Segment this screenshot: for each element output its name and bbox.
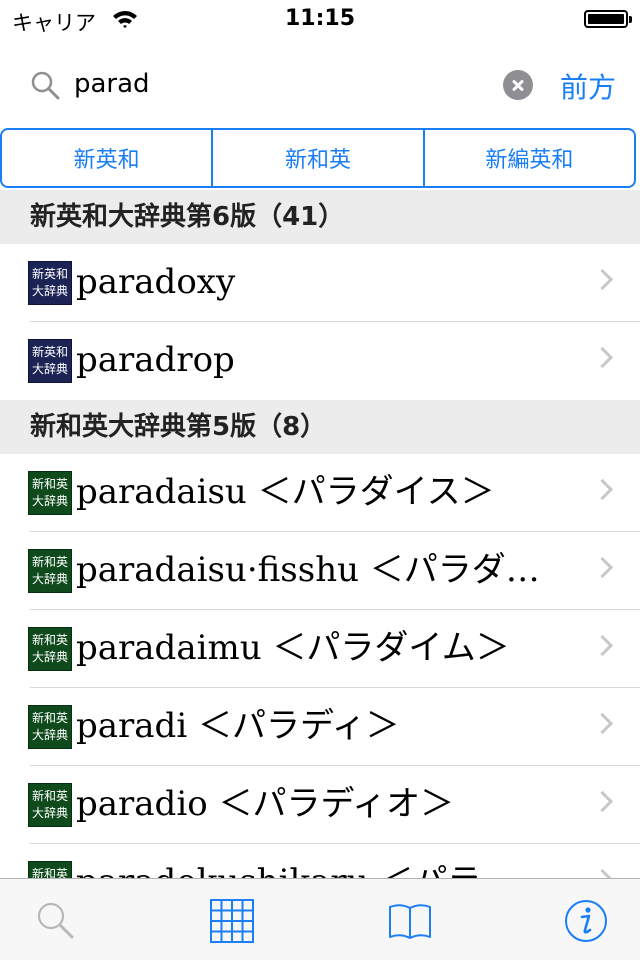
results-list[interactable]: 新英和大辞典第6版（41） 新英和 大辞典 paradoxy 新英和 大辞典 p… bbox=[0, 190, 640, 880]
dictionary-thumbnail: 新和英 大辞典 bbox=[28, 549, 72, 593]
entry-word: paradrop bbox=[76, 340, 235, 380]
clock: 11:15 bbox=[284, 6, 356, 31]
thumbnail-line: 大辞典 bbox=[31, 284, 68, 298]
chevron-right-icon bbox=[591, 712, 614, 735]
section-header: 新和英大辞典第5版（8） bbox=[0, 400, 640, 454]
entry-word: paradi ＜パラディ＞ bbox=[76, 706, 400, 746]
list-item[interactable]: 新和英 大辞典 paradaisu ＜パラダイス＞ bbox=[0, 454, 640, 532]
search-bar: 前方 bbox=[0, 40, 640, 128]
entry-word: paradaisu ＜パラダイス＞ bbox=[76, 472, 495, 512]
thumbnail-line: 大辞典 bbox=[31, 362, 68, 376]
thumbnail-line: 大辞典 bbox=[31, 494, 68, 508]
list-item[interactable]: 新和英 大辞典 paradi ＜パラディ＞ bbox=[0, 688, 640, 766]
entry-word: paradaimu ＜パラダイム＞ bbox=[76, 628, 510, 668]
thumbnail-line: 新和英 bbox=[31, 477, 68, 491]
entry-word: paradio ＜パラディオ＞ bbox=[76, 784, 455, 824]
thumbnail-line: 新英和 bbox=[31, 267, 68, 281]
prefix-search-button[interactable]: 前方 bbox=[560, 66, 616, 106]
search-input[interactable] bbox=[74, 62, 484, 106]
battery-icon bbox=[584, 10, 632, 28]
dictionary-thumbnail: 新和英 大辞典 bbox=[28, 627, 72, 671]
dictionary-segmented-control: 新英和 新和英 新編英和 bbox=[0, 128, 636, 188]
status-bar: キャリア 11:15 bbox=[0, 0, 640, 40]
section-header: 新英和大辞典第6版（41） bbox=[0, 190, 640, 244]
segment-shinpen-eiwa[interactable]: 新編英和 bbox=[422, 130, 634, 186]
list-item[interactable]: 新和英 大辞典 paradaisu·fisshu ＜パラダ… bbox=[0, 532, 640, 610]
search-icon bbox=[31, 71, 60, 100]
entry-word: paradoxy bbox=[76, 262, 236, 302]
thumbnail-line: 大辞典 bbox=[31, 650, 68, 664]
thumbnail-line: 新和英 bbox=[31, 633, 68, 647]
thumbnail-line: 新英和 bbox=[31, 345, 68, 359]
chevron-right-icon bbox=[591, 790, 614, 813]
chevron-right-icon bbox=[591, 346, 614, 369]
thumbnail-line: 大辞典 bbox=[31, 572, 68, 586]
info-icon[interactable] bbox=[562, 897, 610, 945]
thumbnail-line: 大辞典 bbox=[31, 806, 68, 820]
chevron-right-icon bbox=[591, 478, 614, 501]
segment-shin-waei[interactable]: 新和英 bbox=[211, 130, 422, 186]
thumbnail-line: 新和英 bbox=[31, 789, 68, 803]
entry-word: paradokushikaru ＜パラド… bbox=[76, 860, 546, 880]
thumbnail-line: 大辞典 bbox=[31, 728, 68, 742]
chevron-right-icon bbox=[591, 556, 614, 579]
segment-shin-eiwa[interactable]: 新英和 bbox=[2, 130, 211, 186]
list-item[interactable]: 新和英 大辞典 paradokushikaru ＜パラド… bbox=[0, 844, 640, 880]
search-icon[interactable] bbox=[32, 897, 80, 945]
chevron-right-icon bbox=[591, 268, 614, 291]
list-item[interactable]: 新和英 大辞典 paradaimu ＜パラダイム＞ bbox=[0, 610, 640, 688]
tab-bar bbox=[0, 878, 640, 960]
dictionary-thumbnail: 新英和 大辞典 bbox=[28, 261, 72, 305]
list-item[interactable]: 新和英 大辞典 paradio ＜パラディオ＞ bbox=[0, 766, 640, 844]
entry-word: paradaisu·fisshu ＜パラダ… bbox=[76, 550, 540, 590]
thumbnail-line: 新和英 bbox=[31, 555, 68, 569]
dictionary-thumbnail: 新和英 大辞典 bbox=[28, 783, 72, 827]
book-icon[interactable] bbox=[386, 897, 434, 945]
thumbnail-line: 新和英 bbox=[31, 711, 68, 725]
list-item[interactable]: 新英和 大辞典 paradrop bbox=[0, 322, 640, 400]
grid-icon[interactable] bbox=[208, 897, 256, 945]
list-item[interactable]: 新英和 大辞典 paradoxy bbox=[0, 244, 640, 322]
clear-icon[interactable] bbox=[503, 70, 533, 100]
dictionary-thumbnail: 新英和 大辞典 bbox=[28, 339, 72, 383]
dictionary-thumbnail: 新和英 大辞典 bbox=[28, 705, 72, 749]
dictionary-thumbnail: 新和英 大辞典 bbox=[28, 471, 72, 515]
chevron-right-icon bbox=[591, 634, 614, 657]
